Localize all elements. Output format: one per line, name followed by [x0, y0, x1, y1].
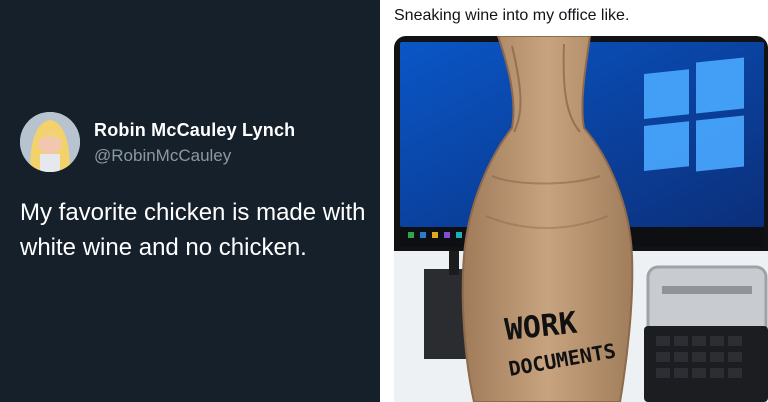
tweet-text: My favorite chicken is made with white w…	[20, 199, 366, 261]
right-tweet-card: Sneaking wine into my office like. WORK …	[386, 0, 768, 402]
wine-bag-photo-icon: WORK DOCUMENTS	[394, 36, 768, 402]
author-name[interactable]: Robin McCauley Lynch	[94, 120, 295, 141]
avatar[interactable]	[20, 112, 80, 172]
left-tweet-card: Robin McCauley Lynch @RobinMcCauley My f…	[0, 0, 380, 402]
tweet-caption: Sneaking wine into my office like.	[394, 7, 630, 24]
tweet-photo[interactable]: WORK DOCUMENTS	[394, 36, 768, 402]
avatar-image	[20, 112, 80, 172]
author-handle[interactable]: @RobinMcCauley	[94, 146, 231, 166]
